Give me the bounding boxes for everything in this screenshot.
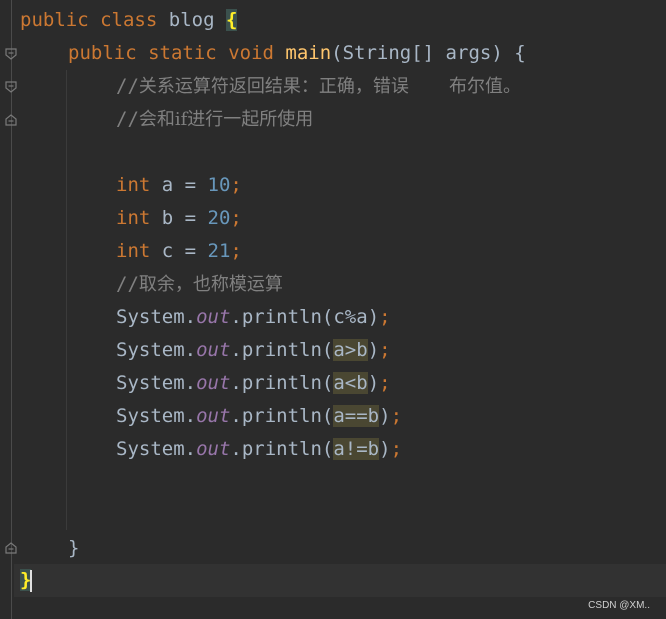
class-ref: System. bbox=[116, 372, 197, 394]
code-line[interactable]: System.out.println(a>b); bbox=[116, 334, 391, 367]
static-field: out bbox=[196, 405, 231, 427]
comment-slash: // bbox=[116, 108, 139, 130]
argument-highlighted: a<b bbox=[333, 372, 368, 394]
class-ref: System. bbox=[116, 405, 197, 427]
keyword: public bbox=[68, 42, 137, 64]
current-line-highlight bbox=[14, 564, 666, 597]
keyword: public bbox=[20, 9, 89, 31]
number-literal: 10 bbox=[207, 174, 231, 196]
static-field: out bbox=[196, 306, 231, 328]
code-line[interactable]: System.out.println(a!=b); bbox=[116, 433, 402, 466]
method-call: .println( bbox=[230, 372, 334, 394]
code-line[interactable]: int c = 21; bbox=[116, 235, 242, 268]
code-line[interactable]: public class blog { bbox=[20, 4, 238, 37]
code-line[interactable]: } bbox=[68, 532, 79, 565]
fold-icon[interactable] bbox=[4, 541, 18, 555]
assignment: b = bbox=[150, 207, 208, 229]
semicolon: ; bbox=[379, 372, 391, 394]
number-literal: 20 bbox=[207, 207, 231, 229]
paren: ) bbox=[379, 405, 391, 427]
code-line[interactable]: System.out.println(c%a); bbox=[116, 301, 391, 334]
code-line[interactable]: public static void main(String[] args) { bbox=[68, 37, 526, 70]
brace-match: { bbox=[225, 9, 238, 31]
static-field: out bbox=[196, 372, 231, 394]
method-call: .println( bbox=[230, 339, 334, 361]
fold-icon[interactable] bbox=[4, 80, 18, 94]
semicolon: ; bbox=[390, 438, 403, 460]
keyword: int bbox=[116, 174, 151, 196]
method-call: .println( bbox=[230, 306, 334, 328]
comment-text: 关系运算符返回结果：正确，错误 布尔值。 bbox=[138, 76, 521, 97]
method-call: .println( bbox=[230, 405, 334, 427]
argument-highlighted: a==b bbox=[333, 405, 380, 427]
method-call: .println( bbox=[230, 438, 334, 460]
comment-slash: // bbox=[116, 273, 139, 295]
fold-icon[interactable] bbox=[4, 113, 18, 127]
static-field: out bbox=[196, 339, 231, 361]
semicolon: ; bbox=[230, 207, 242, 229]
closing-brace: } bbox=[68, 537, 80, 559]
code-line[interactable]: System.out.println(a<b); bbox=[116, 367, 391, 400]
code-line[interactable]: int a = 10; bbox=[116, 169, 242, 202]
argument-highlighted: a!=b bbox=[333, 438, 380, 460]
comment-text: 会和if进行一起所使用 bbox=[138, 109, 314, 130]
keyword: class bbox=[100, 9, 158, 31]
class-ref: System. bbox=[116, 306, 197, 328]
semicolon: ; bbox=[230, 240, 242, 262]
static-field: out bbox=[196, 438, 231, 460]
comment-line[interactable]: //关系运算符返回结果：正确，错误 布尔值。 bbox=[116, 70, 521, 103]
number-literal: 21 bbox=[207, 240, 231, 262]
paren: ) bbox=[367, 339, 380, 361]
keyword: int bbox=[116, 207, 151, 229]
semicolon: ; bbox=[379, 339, 391, 361]
assignment: c = bbox=[150, 240, 208, 262]
class-ref: System. bbox=[116, 339, 197, 361]
method-name: main bbox=[285, 42, 332, 64]
indent-guide bbox=[66, 70, 67, 530]
keyword: void bbox=[228, 42, 274, 64]
paren: ) bbox=[379, 438, 391, 460]
comment-line[interactable]: //取余，也称模运算 bbox=[116, 268, 283, 301]
paren: ) bbox=[367, 306, 380, 328]
class-ref: System. bbox=[116, 438, 197, 460]
argument: c%a bbox=[333, 306, 368, 328]
keyword: int bbox=[116, 240, 151, 262]
comment-text: 取余，也称模运算 bbox=[138, 274, 283, 295]
fold-icon[interactable] bbox=[4, 47, 18, 61]
class-name: blog bbox=[168, 9, 215, 31]
method-params: (String[] args) { bbox=[331, 42, 526, 64]
assignment: a = bbox=[150, 174, 208, 196]
watermark: CSDN @XM.. bbox=[588, 600, 650, 611]
code-line[interactable]: } bbox=[20, 564, 33, 597]
code-line[interactable]: int b = 20; bbox=[116, 202, 242, 235]
argument-highlighted: a>b bbox=[333, 339, 368, 361]
semicolon: ; bbox=[230, 174, 242, 196]
paren: ) bbox=[367, 372, 380, 394]
keyword: static bbox=[148, 42, 217, 64]
code-line[interactable]: System.out.println(a==b); bbox=[116, 400, 402, 433]
semicolon: ; bbox=[390, 405, 403, 427]
text-caret bbox=[30, 569, 33, 592]
comment-slash: // bbox=[116, 75, 139, 97]
semicolon: ; bbox=[379, 306, 391, 328]
comment-line[interactable]: //会和if进行一起所使用 bbox=[116, 103, 313, 136]
